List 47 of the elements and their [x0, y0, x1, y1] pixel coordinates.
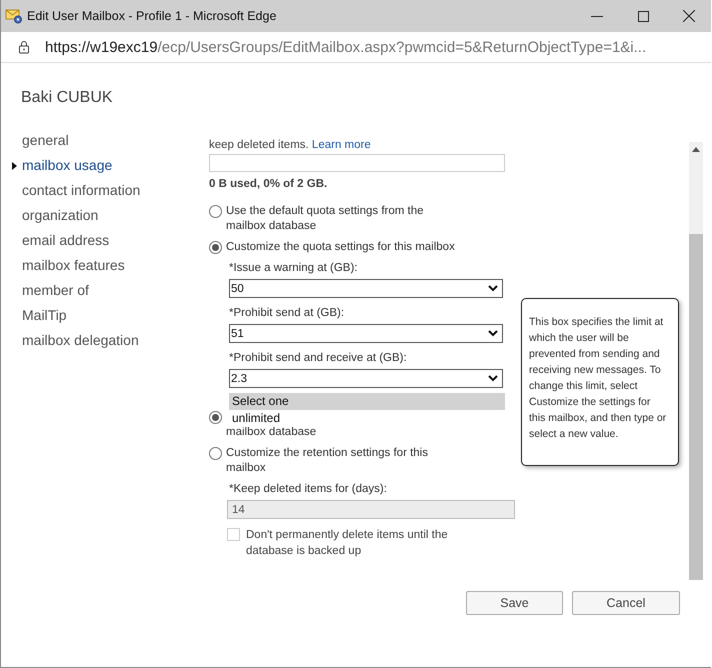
radio-button[interactable] — [209, 241, 222, 254]
scroll-up-icon[interactable] — [692, 147, 700, 152]
radio-label: Customize the quota settings for this mailbox — [226, 240, 455, 255]
radio-button[interactable] — [209, 411, 222, 424]
radio-button[interactable] — [209, 205, 222, 218]
select-field[interactable]: 2.3 — [229, 369, 503, 388]
nav-item[interactable]: email address — [22, 232, 209, 257]
field-label: *Keep deleted items for (days): — [229, 482, 388, 497]
field-label: *Prohibit send at (GB): — [229, 306, 346, 321]
radio-label: Customize the retention settings for this mailbox — [226, 446, 429, 476]
usage-text: 0 B used, 0% of 2 GB. — [209, 178, 328, 190]
dialog-button[interactable]: Save — [466, 591, 563, 615]
select-field[interactable]: 51 — [229, 324, 503, 343]
chevron-icon — [488, 375, 498, 382]
learn-more-link[interactable]: Learn more — [312, 139, 371, 151]
scrollbar-thumb[interactable] — [689, 234, 703, 580]
dialog-button[interactable]: Cancel — [572, 591, 680, 615]
radio-button[interactable] — [209, 447, 222, 460]
window-title: Edit User Mailbox - Profile 1 - Microsoft Edge — [27, 9, 276, 23]
chevron-icon — [488, 330, 498, 337]
radio-label: mailbox database — [226, 425, 316, 440]
maximize-icon[interactable] — [638, 10, 648, 22]
dropdown-option[interactable]: unlimited — [229, 410, 505, 427]
chevron-icon — [488, 285, 498, 292]
nav-item[interactable]: member of — [22, 282, 209, 307]
select-field[interactable]: 50 — [229, 279, 503, 298]
mail-icon — [5, 8, 23, 24]
dropdown-option[interactable]: Select one — [229, 393, 505, 410]
nav-item[interactable]: organization — [22, 207, 209, 232]
lock-icon — [18, 40, 30, 54]
nav-item[interactable]: contact information — [22, 182, 209, 207]
tooltip-text: This box specifies the limit at which the user will be prevented from sending and receiving new messages. To change this limit, select Customize the settings for this mailbox, and then type or select a new value. — [529, 315, 667, 442]
close-icon[interactable] — [683, 10, 695, 22]
nav-item[interactable]: MailTip — [22, 307, 209, 332]
intro-text: keep deleted items. Learn more — [209, 139, 372, 151]
scrollbar[interactable] — [689, 142, 703, 580]
field-label: *Issue a warning at (GB): — [229, 261, 358, 276]
user-name: Baki CUBUK — [21, 89, 114, 107]
nav-item[interactable]: mailbox usage — [22, 157, 209, 182]
pointer-icon — [12, 162, 17, 170]
url-text: https://w19exc19/ecp/UsersGroups/EditMailbox.aspx?pwmcid=5&ReturnObjectType=1&i... — [45, 38, 646, 56]
nav-item[interactable]: mailbox delegation — [22, 332, 209, 357]
radio-label: Use the default quota settings from the mailbox database — [226, 204, 425, 234]
nav-item[interactable]: mailbox features — [22, 257, 209, 282]
field-label: *Prohibit send and receive at (GB): — [229, 351, 408, 366]
nav-item[interactable]: general — [22, 132, 209, 157]
checkbox-label: Don't permanently delete items until the database is backed up — [246, 528, 449, 559]
